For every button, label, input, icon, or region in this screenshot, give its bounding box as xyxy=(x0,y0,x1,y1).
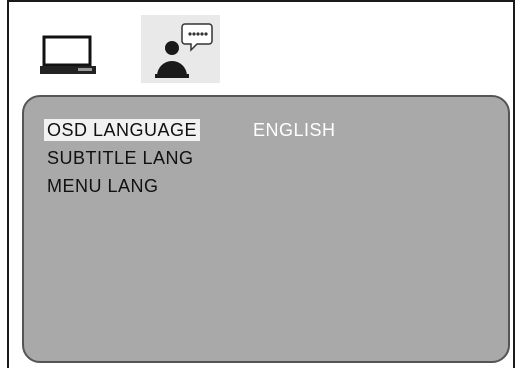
setup-icon xyxy=(155,23,213,78)
menu-item-subtitle-lang[interactable]: SUBTITLE LANG xyxy=(47,147,194,169)
menu-item-osd-language[interactable]: OSD LANGUAGE xyxy=(44,119,201,141)
tab-setup[interactable] xyxy=(141,15,220,83)
menu-item-menu-lang[interactable]: MENU LANG xyxy=(47,175,159,197)
tv-icon[interactable] xyxy=(38,35,98,77)
osd-language-value[interactable]: ENGLISH xyxy=(253,119,336,141)
settings-panel: OSD LANGUAGE ENGLISH SUBTITLE LANG MENU … xyxy=(22,95,510,363)
